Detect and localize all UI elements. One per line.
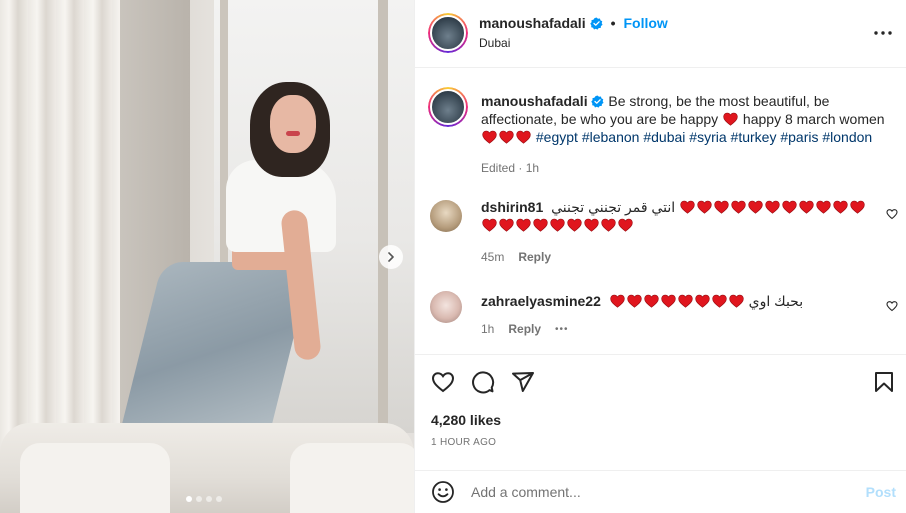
- heart-emoji-icon: [516, 130, 531, 144]
- comment-body: بحبك اوي: [748, 293, 804, 309]
- heart-emoji-icon: [499, 218, 514, 232]
- carousel-next-button[interactable]: [379, 245, 403, 269]
- heart-emoji-icon: [618, 218, 633, 232]
- reply-button[interactable]: Reply: [518, 250, 551, 264]
- heart-emoji-icon: [499, 130, 514, 144]
- comment-meta: 1h Reply •••: [481, 322, 569, 336]
- comment-username[interactable]: dshirin81: [481, 199, 543, 215]
- heart-emoji-icon: [567, 218, 582, 232]
- photo-window-frame: [378, 0, 388, 433]
- add-comment-bar: Post: [415, 470, 906, 513]
- more-options-button[interactable]: [872, 22, 894, 44]
- like-heart-icon[interactable]: [431, 370, 455, 394]
- caption-text-part2: happy 8 march women: [742, 111, 885, 127]
- heart-emoji-icon: [644, 294, 659, 308]
- hashtag-link[interactable]: #egypt: [536, 129, 578, 145]
- post-location[interactable]: Dubai: [479, 36, 510, 50]
- caption-username[interactable]: manoushafadali: [481, 93, 588, 109]
- post-photo[interactable]: [0, 0, 414, 513]
- comment-time: 1h: [481, 322, 495, 336]
- heart-emoji-icon: [850, 200, 865, 214]
- heart-emoji-icon: [723, 112, 738, 126]
- carousel-dot: [216, 496, 222, 502]
- comment-text: zahraelyasmine22 بحبك اوي: [481, 292, 881, 310]
- avatar[interactable]: [430, 200, 462, 232]
- post-details-panel: manoushafadali • Follow Dubai manoushafa…: [414, 0, 906, 513]
- heart-emoji-icon: [712, 294, 727, 308]
- post-timestamp: 1 HOUR AGO: [431, 437, 497, 448]
- comment-meta: 45m Reply: [481, 250, 551, 264]
- carousel-dot: [206, 496, 212, 502]
- caption-hashtags: #egypt #lebanon #dubai #syria #turkey #p…: [536, 129, 872, 145]
- verified-badge-icon: [589, 16, 603, 30]
- follow-button[interactable]: Follow: [624, 15, 668, 31]
- comment-time: 45m: [481, 250, 505, 264]
- heart-emoji-icon: [782, 200, 797, 214]
- heart-emoji-icon: [833, 200, 848, 214]
- comment-body: انتي قمر تجنني تجنني: [551, 199, 676, 215]
- hashtag-link[interactable]: #syria: [689, 129, 726, 145]
- avatar[interactable]: [430, 291, 462, 323]
- author-username[interactable]: manoushafadali: [479, 15, 586, 31]
- heart-emoji-icon: [748, 200, 763, 214]
- heart-emoji-icon: [584, 218, 599, 232]
- hashtag-link[interactable]: #turkey: [731, 129, 777, 145]
- likes-count[interactable]: 4,280 likes: [431, 412, 501, 428]
- save-bookmark-icon[interactable]: [872, 370, 896, 394]
- comment-input[interactable]: [471, 479, 851, 505]
- caption-hearts: [481, 129, 532, 145]
- carousel-dot: [196, 496, 202, 502]
- post-actions: [415, 356, 906, 406]
- photo-pillow: [290, 443, 414, 513]
- heart-emoji-icon: [482, 130, 497, 144]
- caption-meta: Edited · 1h: [481, 161, 540, 175]
- comment-hearts: [609, 293, 745, 309]
- avatar[interactable]: [428, 87, 468, 127]
- heart-emoji-icon: [550, 218, 565, 232]
- post-comment-button[interactable]: Post: [866, 484, 896, 500]
- carousel-dots: [186, 496, 222, 502]
- comments-section[interactable]: manoushafadali Be strong, be the most be…: [415, 68, 906, 355]
- heart-emoji-icon: [799, 200, 814, 214]
- heart-emoji-icon: [695, 294, 710, 308]
- share-send-icon[interactable]: [511, 370, 535, 394]
- comment-username[interactable]: zahraelyasmine22: [481, 293, 601, 309]
- heart-emoji-icon: [627, 294, 642, 308]
- heart-outline-icon[interactable]: [886, 208, 898, 220]
- comment-bubble-icon[interactable]: [471, 370, 495, 394]
- emoji-smiley-icon[interactable]: [431, 480, 455, 504]
- verified-badge-icon: [591, 95, 605, 108]
- heart-emoji-icon: [482, 218, 497, 232]
- heart-emoji-icon: [697, 200, 712, 214]
- heart-emoji-icon: [729, 294, 744, 308]
- hashtag-link[interactable]: #london: [822, 129, 872, 145]
- comment-text: dshirin81 انتي قمر تجنني تجنني: [481, 198, 881, 234]
- hashtag-link[interactable]: #lebanon: [582, 129, 640, 145]
- avatar[interactable]: [428, 13, 468, 53]
- hashtag-link[interactable]: #paris: [780, 129, 818, 145]
- photo-pillow: [20, 443, 170, 513]
- heart-emoji-icon: [765, 200, 780, 214]
- heart-emoji-icon: [731, 200, 746, 214]
- reply-button[interactable]: Reply: [508, 322, 541, 336]
- heart-emoji-icon: [601, 218, 616, 232]
- post-header: manoushafadali • Follow Dubai: [415, 0, 906, 68]
- heart-emoji-icon: [678, 294, 693, 308]
- heart-emoji-icon: [680, 200, 695, 214]
- more-horizontal-icon: [874, 31, 892, 35]
- heart-emoji-icon: [714, 200, 729, 214]
- heart-emoji-icon: [516, 218, 531, 232]
- hashtag-link[interactable]: #dubai: [643, 129, 685, 145]
- post-caption: manoushafadali Be strong, be the most be…: [481, 92, 901, 146]
- chevron-right-icon: [388, 252, 394, 262]
- heart-emoji-icon: [533, 218, 548, 232]
- separator-dot: •: [610, 15, 616, 31]
- comment-more-button[interactable]: •••: [555, 324, 569, 335]
- carousel-dot: [186, 496, 192, 502]
- heart-emoji-icon: [661, 294, 676, 308]
- heart-emoji-icon: [816, 200, 831, 214]
- heart-emoji-icon: [610, 294, 625, 308]
- heart-outline-icon[interactable]: [886, 300, 898, 312]
